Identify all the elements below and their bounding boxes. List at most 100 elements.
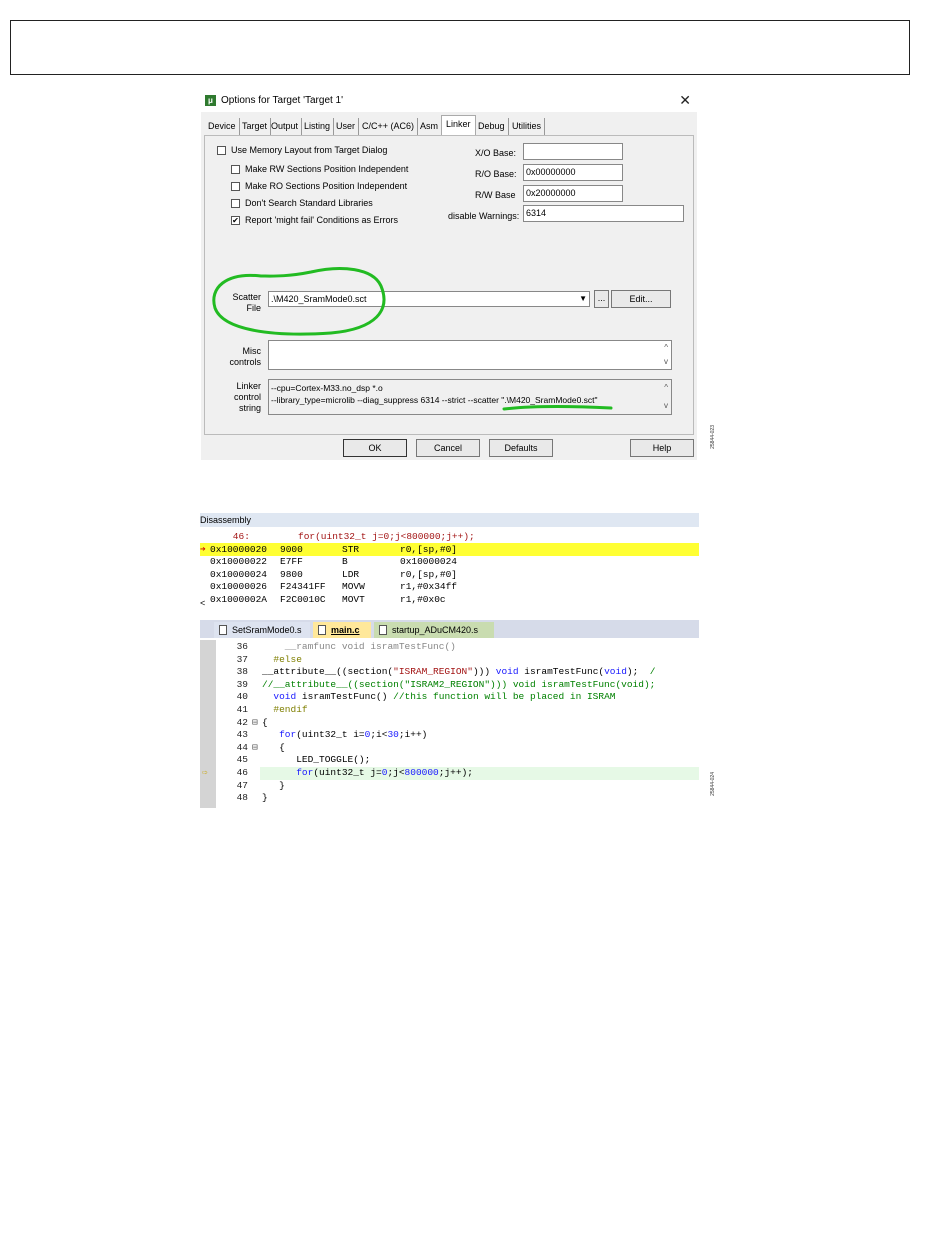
- code-line[interactable]: 44 ⊟ {: [200, 742, 699, 755]
- page-header-box: [10, 20, 910, 75]
- code-token: __attribute__((section(: [262, 666, 394, 678]
- code-token: void: [490, 666, 519, 678]
- code-line-current[interactable]: 46 for(uint32_t j=0;j<800000;j++); ⇨: [202, 767, 699, 780]
- line-number: 44: [236, 741, 248, 753]
- code-token: isramTestFunc(: [518, 666, 605, 678]
- code-text: #else: [262, 654, 302, 667]
- disassembly-row[interactable]: 0x10000022 E7FF B 0x10000024: [200, 555, 699, 568]
- code-token: ;i++): [398, 729, 428, 741]
- code-token: "ISRAM_REGION": [393, 666, 473, 678]
- code-token: {: [262, 716, 268, 728]
- scroll-left-icon[interactable]: <: [200, 599, 205, 609]
- code-line[interactable]: 37 #else: [200, 654, 699, 667]
- line-number: 48: [236, 792, 248, 804]
- line-number: 42: [236, 716, 248, 728]
- code-line[interactable]: 43 for(uint32_t i=0;i<30;i++): [200, 729, 699, 742]
- code-token: (uint32_t j=: [313, 767, 382, 778]
- horizontal-scrollbar[interactable]: <: [200, 599, 699, 609]
- disassembly-op: B: [342, 556, 348, 567]
- disassembly-hex: 9000: [280, 543, 303, 555]
- code-token: #endif: [262, 704, 308, 715]
- disassembly-addr: 0x10000020: [210, 543, 268, 555]
- disassembly-addr: 0x10000026: [210, 581, 268, 592]
- source-code: for(uint32_t j=0;j<800000;j++);: [298, 531, 475, 542]
- line-number: 40: [236, 691, 248, 703]
- file-icon: [379, 625, 387, 635]
- disassembly-arg: r0,[sp,#0]: [400, 568, 458, 580]
- code-token: for: [262, 729, 297, 741]
- editor-tab[interactable]: SetSramMode0.s: [214, 622, 310, 638]
- disassembly-window: Disassembly 46: for(uint32_t j=0;j<800000…: [200, 513, 699, 609]
- options-dialog: μ Options for Target 'Target 1' ✕ Device…: [201, 90, 697, 460]
- code-text: #endif: [262, 704, 308, 717]
- line-number: 46: [236, 767, 248, 778]
- code-text: {: [262, 717, 268, 730]
- code-token: __ramfunc: [262, 641, 342, 652]
- code-token: );: [626, 666, 650, 678]
- code-text: for(uint32_t i=0;i<30;i++): [262, 729, 427, 742]
- code-editor[interactable]: 36 __ramfunc void isramTestFunc() 37 #els…: [200, 640, 699, 808]
- disassembly-arg: 0x10000024: [400, 556, 458, 567]
- code-line[interactable]: 39 //__attribute__((section("ISRAM2_REGIO…: [200, 679, 699, 692]
- fold-toggle-icon[interactable]: ⊟: [252, 742, 258, 755]
- code-token: ;j<: [387, 767, 405, 778]
- code-token: 800000: [404, 767, 439, 778]
- file-icon: [318, 625, 326, 635]
- code-text: void isramTestFunc() //this function wil…: [262, 691, 615, 704]
- code-text: }: [262, 792, 268, 805]
- current-instruction-arrow-icon: ➔: [200, 543, 206, 555]
- code-token: for: [262, 767, 314, 778]
- figure-code: 25844-023: [710, 425, 716, 449]
- code-token: }: [262, 792, 268, 804]
- figure-code: 25844-024: [710, 772, 716, 796]
- editor-tab[interactable]: startup_ADuCM420.s: [374, 622, 494, 638]
- code-line[interactable]: 48}: [200, 792, 699, 805]
- code-token: isramTestFunc(): [296, 691, 394, 703]
- line-number: 39: [236, 678, 248, 690]
- fold-toggle-icon[interactable]: ⊟: [252, 717, 258, 730]
- code-token: /: [649, 666, 656, 678]
- disassembly-op: LDR: [342, 568, 360, 580]
- line-number: 38: [236, 666, 248, 678]
- code-token: {: [262, 741, 285, 753]
- code-token: ;i<: [370, 729, 388, 741]
- disassembly-row[interactable]: 0x10000026 F24341FF MOVW r1,#0x34ff: [200, 580, 699, 593]
- code-line[interactable]: 36 __ramfunc void isramTestFunc(): [200, 641, 699, 654]
- code-token: void: [262, 691, 297, 703]
- code-line[interactable]: 41 #endif: [200, 704, 699, 717]
- disassembly-arg: r1,#0x34ff: [400, 581, 458, 592]
- code-line[interactable]: 40 void isramTestFunc() //this function …: [200, 691, 699, 704]
- code-text: {: [262, 742, 285, 755]
- editor-tab[interactable]: main.c: [313, 622, 371, 638]
- code-token: LED_TOGGLE();: [262, 754, 371, 766]
- disassembly-hex: E7FF: [280, 556, 303, 567]
- source-line-number: 46:: [210, 531, 250, 542]
- disassembly-op: STR: [342, 543, 360, 555]
- code-token: //this function will be placed in ISRAM: [393, 691, 616, 703]
- editor-tab-label: SetSramMode0.s: [232, 625, 302, 635]
- code-token: ;j++);: [438, 767, 473, 778]
- code-token: (uint32_t i=: [296, 729, 365, 741]
- code-line[interactable]: 47 }: [200, 780, 699, 793]
- code-line[interactable]: 42 ⊟ {: [200, 717, 699, 730]
- disassembly-addr: 0x10000022: [210, 556, 268, 567]
- editor-tab-label: main.c: [331, 625, 360, 635]
- annotation-ellipse: [212, 267, 386, 336]
- current-line-arrow-icon: ⇨: [202, 767, 208, 778]
- code-token: //__attribute__((section("ISRAM2_REGION"…: [262, 678, 656, 690]
- code-text: //__attribute__((section("ISRAM2_REGION"…: [262, 679, 655, 692]
- code-token: void: [604, 666, 627, 678]
- disassembly-title: Disassembly: [200, 513, 699, 527]
- code-line[interactable]: 45 LED_TOGGLE();: [200, 754, 699, 767]
- disassembly-row-current[interactable]: ➔ 0x10000020 9000 STR r0,[sp,#0]: [200, 542, 699, 556]
- disassembly-row[interactable]: 46: for(uint32_t j=0;j<800000;j++);: [200, 530, 699, 543]
- code-text: }: [262, 780, 285, 793]
- line-number: 41: [236, 704, 248, 715]
- code-line[interactable]: 38 __attribute__((section("ISRAM_REGION")…: [200, 666, 699, 679]
- disassembly-row[interactable]: 0x10000024 9800 LDR r0,[sp,#0]: [200, 568, 699, 581]
- code-token: }: [262, 779, 285, 791]
- line-number: 37: [236, 653, 248, 665]
- disassembly-addr: 0x10000024: [210, 568, 268, 580]
- line-number: 45: [236, 754, 248, 766]
- disassembly-arg: r0,[sp,#0]: [400, 543, 458, 555]
